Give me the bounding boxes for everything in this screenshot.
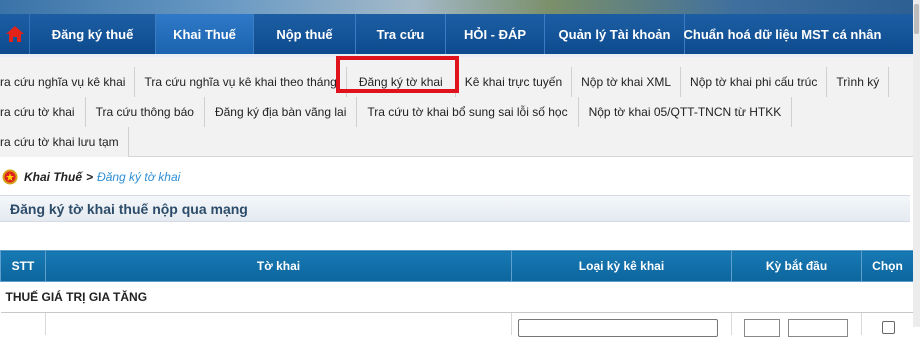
subnav-tra-cuu-nghia-vu[interactable]: ra cứu nghĩa vụ kê khai [0,67,136,97]
section-row: THUẾ GIÁ TRỊ GIA TĂNG [0,281,914,313]
nam-input[interactable] [788,319,848,337]
home-icon [5,26,24,42]
row-stt [0,312,46,335]
declaration-table: STT Tờ khai Loại kỳ kê khai Kỳ bắt đầu C… [0,250,914,337]
loai-ky-select[interactable] [518,319,718,337]
row-chon [862,313,914,335]
page-title-bar: Đăng ký tờ khai thuế nộp qua mạng [0,195,910,222]
sub-navigation: ra cứu nghĩa vụ kê khai Tra cứu nghĩa vụ… [0,57,920,157]
nav-khai-thue[interactable]: Khai Thuế [156,14,254,54]
row-ky-bat-dau [731,312,862,337]
subnav-tra-cuu-nghia-vu-theo-thang[interactable]: Tra cứu nghĩa vụ kê khai theo tháng [135,67,347,97]
nav-hoi-dap[interactable]: HỎI - ĐÁP [446,14,545,54]
breadcrumb-section[interactable]: Khai Thuế [24,170,82,184]
nav-dang-ky-thue[interactable]: Đăng ký thuế [30,14,156,54]
breadcrumb-separator: > [86,170,94,184]
select-checkbox[interactable] [882,321,895,334]
subnav-tra-cuu-thong-bao[interactable]: Tra cứu thông báo [85,97,205,127]
main-navigation: Đăng ký thuế Khai Thuế Nộp thuế Tra cứu … [0,14,920,57]
header-ky-bat-dau: Kỳ bắt đầu [731,250,862,282]
subnav-dang-ky-dia-ban-vang-lai[interactable]: Đăng ký địa bàn vãng lai [204,97,358,127]
ky-input[interactable] [744,319,780,337]
header-loai-ky: Loại kỳ kê khai [511,250,732,282]
subnav-nop-to-khai-phi-cau-truc[interactable]: Nộp tờ khai phi cấu trúc [681,67,828,97]
subnav-trinh-ky[interactable]: Trình ký [827,67,890,97]
breadcrumb-current[interactable]: Đăng ký tờ khai [97,170,180,184]
header-stt: STT [0,250,46,282]
scrollbar[interactable] [913,0,920,327]
scrollbar-thumb[interactable] [914,4,919,34]
row-to-khai [45,312,512,335]
subnav-row-2: ra cứu tờ khai Tra cứu thông báo Đăng ký… [0,97,793,127]
header-chon: Chọn [861,250,914,282]
subnav-tra-cuu-to-khai-bo-sung[interactable]: Tra cứu tờ khai bổ sung sai lỗi số học [357,97,579,127]
subnav-nop-to-khai-05qtt[interactable]: Nộp tờ khai 05/QTT-TNCN từ HTKK [578,97,793,127]
subnav-nop-to-khai-xml[interactable]: Nộp tờ khai XML [572,67,682,97]
nav-nop-thue[interactable]: Nộp thuế [254,14,356,54]
subnav-row-3: ra cứu tờ khai lưu tạm [0,127,129,157]
breadcrumb: Khai Thuế > Đăng ký tờ khai [0,163,920,191]
subnav-tra-cuu-to-khai-luu-tam[interactable]: ra cứu tờ khai lưu tạm [0,127,129,157]
nav-tra-cuu[interactable]: Tra cứu [356,14,446,54]
nav-quan-ly-tai-khoan[interactable]: Quản lý Tài khoản [545,14,685,54]
header-banner [0,0,920,14]
table-row [0,312,914,337]
header-to-khai: Tờ khai [45,250,512,282]
subnav-row-1: ra cứu nghĩa vụ kê khai Tra cứu nghĩa vụ… [0,67,890,97]
emblem-icon [2,169,18,185]
subnav-tra-cuu-to-khai[interactable]: ra cứu tờ khai [0,97,86,127]
nav-chuan-hoa-mst[interactable]: Chuẩn hoá dữ liệu MST cá nhân [684,14,882,54]
subnav-ke-khai-truc-tuyen[interactable]: Kê khai trực tuyến [455,67,573,97]
home-button[interactable] [0,14,30,54]
row-loai-ky [511,312,732,337]
page-title: Đăng ký tờ khai thuế nộp qua mạng [10,200,248,217]
subnav-dang-ky-to-khai[interactable]: Đăng ký tờ khai [346,67,456,97]
